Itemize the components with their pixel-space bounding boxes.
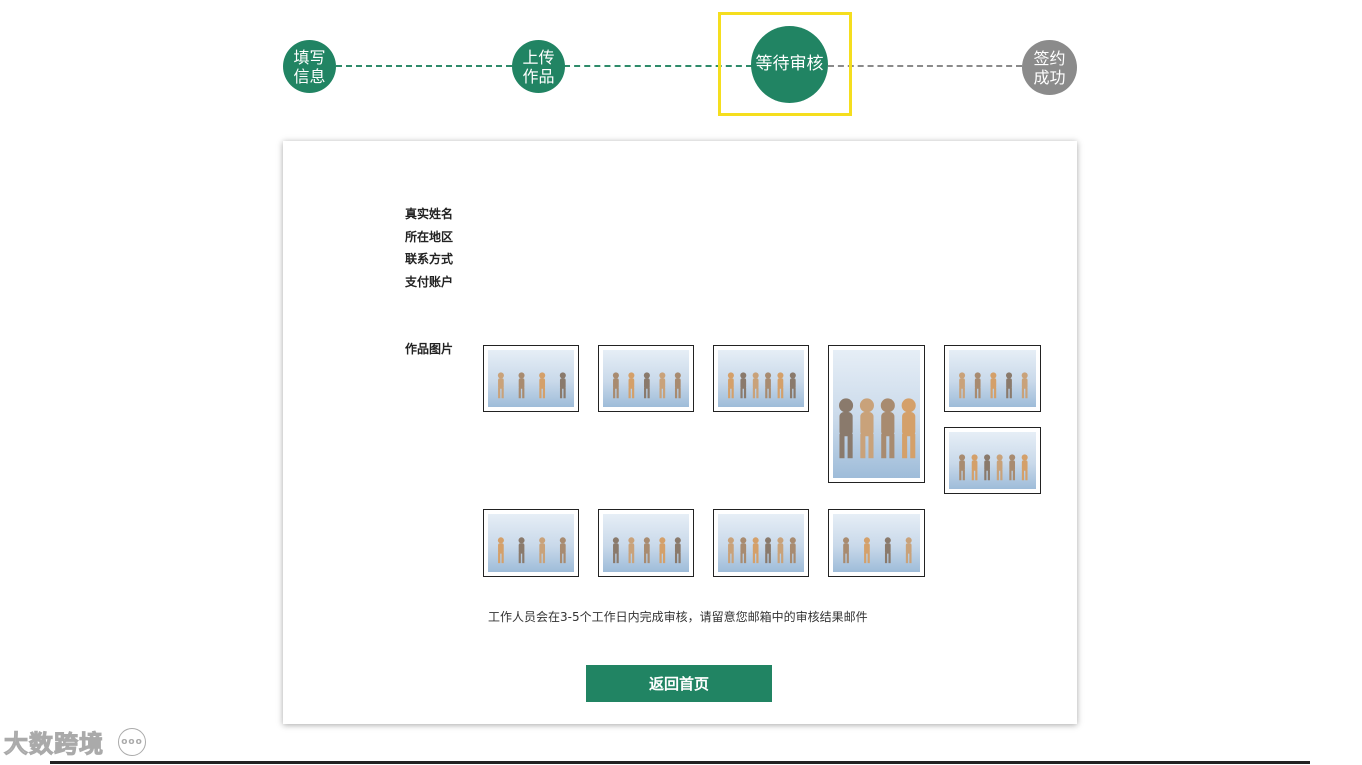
work-image-thumbnail[interactable]: [598, 345, 694, 412]
region-label: 所在地区: [405, 230, 454, 244]
paper-people-icon: [959, 372, 1028, 399]
paper-people-icon: [839, 398, 916, 459]
step-upload-works: 上传 作品: [512, 40, 565, 93]
paper-people-photo: [833, 350, 920, 478]
work-image-thumbnail[interactable]: [713, 509, 809, 577]
current-step-highlight: [718, 12, 852, 116]
review-notice: 工作人员会在3-5个工作日内完成审核，请留意您邮箱中的审核结果邮件: [488, 610, 868, 624]
work-image-thumbnail[interactable]: [828, 509, 925, 577]
paper-people-icon: [843, 537, 912, 564]
paper-people-icon: [612, 537, 681, 564]
watermark-logo: 大数跨境 ooo: [4, 724, 146, 759]
watermark-text: 大数跨境: [4, 730, 104, 759]
real-name-label: 真实姓名: [405, 207, 454, 221]
work-image-thumbnail[interactable]: [828, 345, 925, 483]
paper-people-photo: [718, 514, 804, 572]
step-fill-info: 填写 信息: [283, 40, 336, 93]
work-images-label: 作品图片: [405, 342, 454, 356]
paper-people-photo: [949, 350, 1036, 407]
back-home-button[interactable]: 返回首页: [586, 665, 772, 702]
paper-people-photo: [603, 350, 689, 407]
contact-label: 联系方式: [405, 252, 454, 266]
paper-people-photo: [488, 350, 574, 407]
work-image-thumbnail[interactable]: [483, 509, 579, 577]
bottom-divider: [50, 761, 1310, 764]
payment-account-label: 支付账户: [405, 275, 454, 289]
paper-people-photo: [833, 514, 920, 572]
work-image-thumbnail[interactable]: [944, 427, 1041, 494]
work-image-thumbnail[interactable]: [944, 345, 1041, 412]
paper-people-photo: [603, 514, 689, 572]
paper-people-icon: [727, 372, 796, 399]
paper-people-icon: [727, 537, 796, 564]
step-signed-success: 签约 成功: [1022, 40, 1077, 95]
paper-people-photo: [718, 350, 804, 407]
more-dots-icon: ooo: [118, 727, 146, 756]
work-image-thumbnail[interactable]: [713, 345, 809, 412]
step-connector-1: [336, 65, 512, 67]
paper-people-icon: [612, 372, 681, 399]
work-image-thumbnail[interactable]: [483, 345, 579, 412]
paper-people-icon: [497, 537, 566, 564]
paper-people-photo: [949, 432, 1036, 489]
work-image-thumbnail[interactable]: [598, 509, 694, 577]
step-connector-3: [828, 65, 1022, 67]
submission-card: 真实姓名 所在地区 联系方式 支付账户 作品图片 工作人员会在3-5个工作日内完…: [283, 141, 1077, 724]
paper-people-icon: [959, 454, 1028, 481]
paper-people-icon: [497, 372, 566, 399]
paper-people-photo: [488, 514, 574, 572]
